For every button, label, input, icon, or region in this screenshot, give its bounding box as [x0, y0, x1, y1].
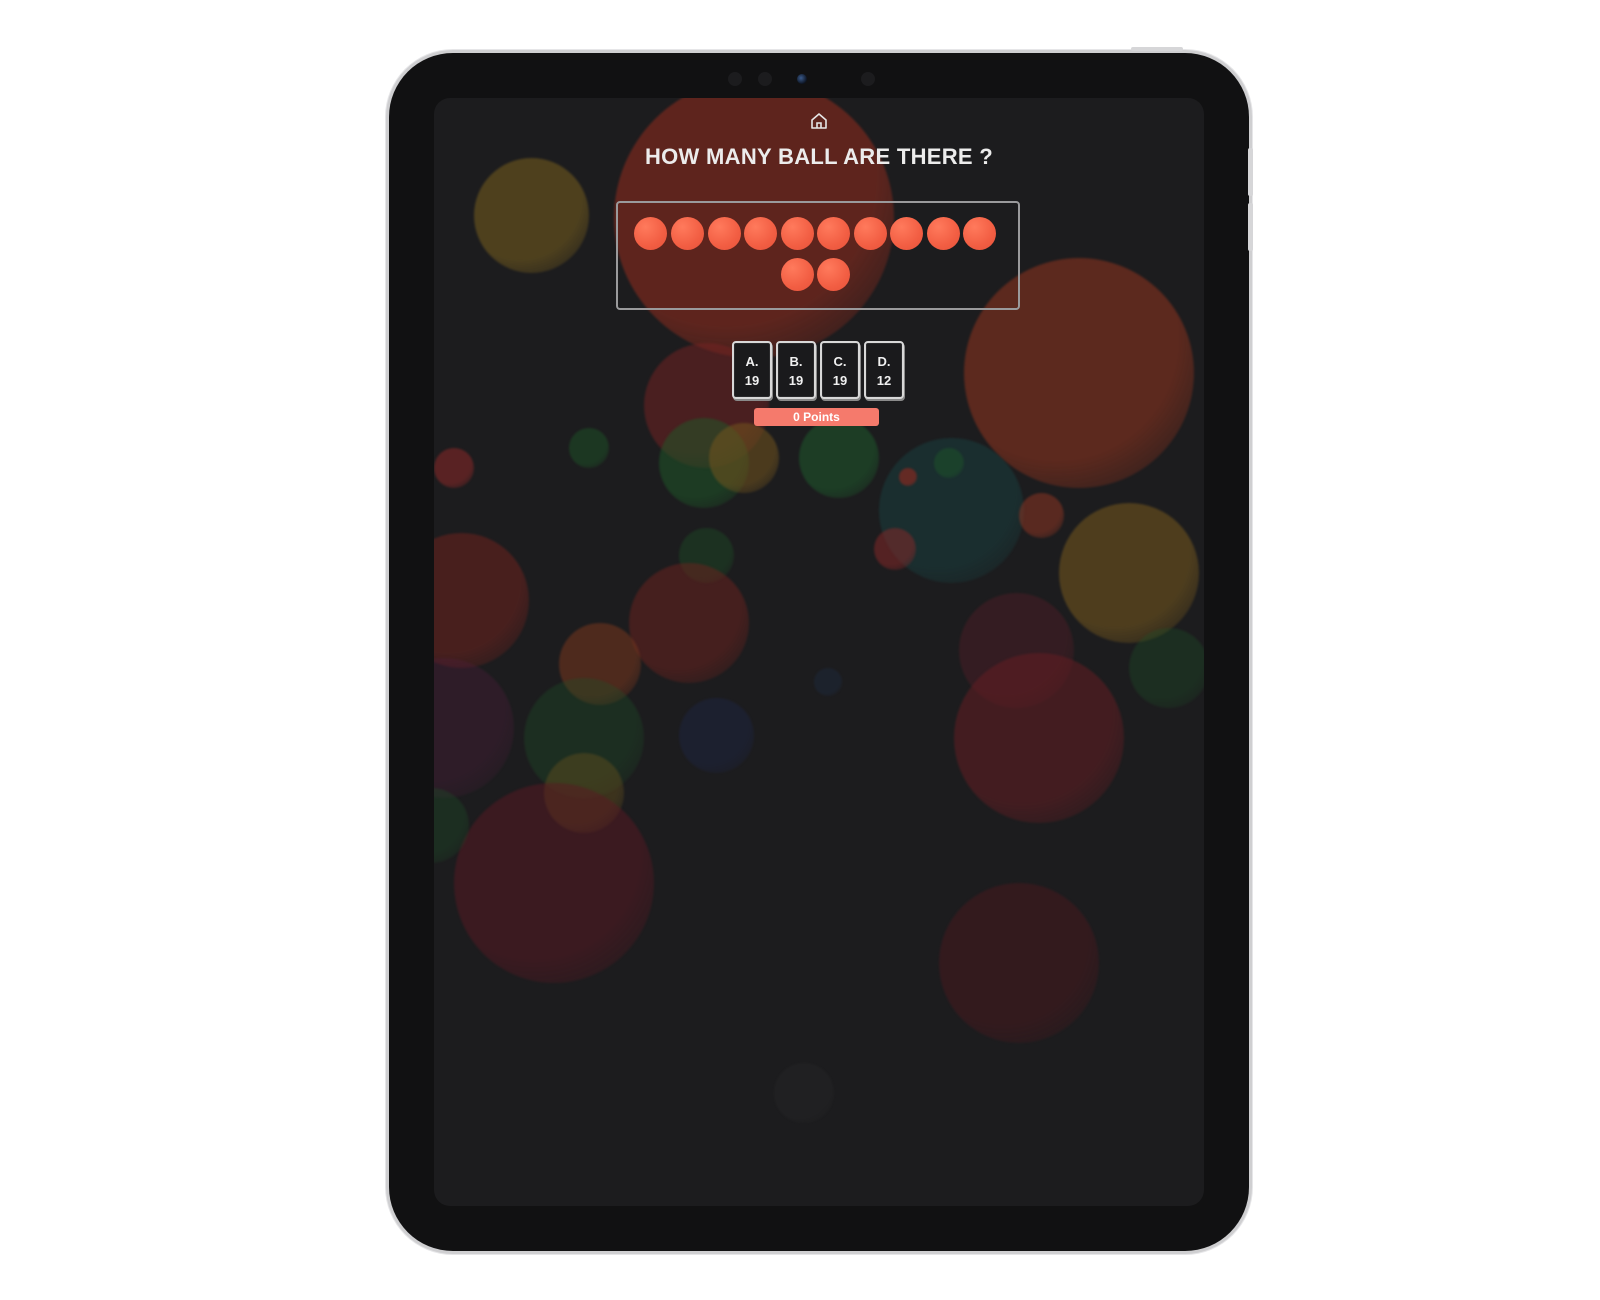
game-screen: HOW MANY BALL ARE THERE ? A. 19 B. 19 C.… — [434, 98, 1204, 1206]
answer-value: 19 — [788, 373, 804, 388]
background-bubble — [934, 448, 964, 478]
home-button[interactable] — [802, 106, 836, 136]
answer-option-c[interactable]: C. 19 — [820, 341, 860, 399]
ball — [963, 217, 996, 250]
background-bubble — [939, 883, 1099, 1043]
answer-option-d[interactable]: D. 12 — [864, 341, 904, 399]
home-icon — [811, 113, 827, 129]
ball — [817, 258, 850, 291]
question-title: HOW MANY BALL ARE THERE ? — [644, 144, 994, 169]
sensor-dot — [861, 72, 875, 86]
background-bubble — [874, 528, 916, 570]
background-bubble — [709, 423, 779, 493]
ball — [927, 217, 960, 250]
background-bubble — [434, 658, 514, 798]
background-bubble — [1019, 493, 1064, 538]
answer-letter: D. — [877, 354, 891, 369]
score-badge: 0 Points — [754, 408, 879, 426]
background-bubble — [774, 1063, 834, 1123]
background-bubble — [899, 468, 917, 486]
ball — [817, 217, 850, 250]
background-bubble — [629, 563, 749, 683]
volume-button-top — [1248, 148, 1253, 196]
answer-value: 19 — [832, 373, 848, 388]
background-bubble — [814, 668, 842, 696]
answer-option-b[interactable]: B. 19 — [776, 341, 816, 399]
ball-display-box — [616, 201, 1020, 310]
background-bubble — [954, 653, 1124, 823]
background-bubble — [1129, 628, 1204, 708]
background-bubble — [679, 698, 754, 773]
background-bubble — [1059, 503, 1199, 643]
background-bubble — [474, 158, 589, 273]
answer-value: 19 — [744, 373, 760, 388]
answer-option-a[interactable]: A. 19 — [732, 341, 772, 399]
answer-letter: B. — [789, 354, 803, 369]
ball — [671, 217, 704, 250]
ball — [744, 217, 777, 250]
ball — [781, 217, 814, 250]
background-bubble — [799, 418, 879, 498]
sensor-dot — [758, 72, 772, 86]
tablet-device: HOW MANY BALL ARE THERE ? A. 19 B. 19 C.… — [389, 47, 1253, 1251]
power-button — [1131, 47, 1183, 51]
ball — [708, 217, 741, 250]
ball — [854, 217, 887, 250]
volume-button-bottom — [1248, 203, 1253, 251]
answer-letter: A. — [745, 354, 759, 369]
background-bubble — [454, 783, 654, 983]
answer-value: 12 — [876, 373, 892, 388]
ball — [634, 217, 667, 250]
ball — [890, 217, 923, 250]
answer-letter: C. — [833, 354, 847, 369]
background-bubble — [434, 448, 474, 488]
camera-lens — [797, 74, 807, 84]
background-bubble — [434, 533, 529, 668]
ball — [781, 258, 814, 291]
sensor-dot — [728, 72, 742, 86]
background-bubble — [569, 428, 609, 468]
